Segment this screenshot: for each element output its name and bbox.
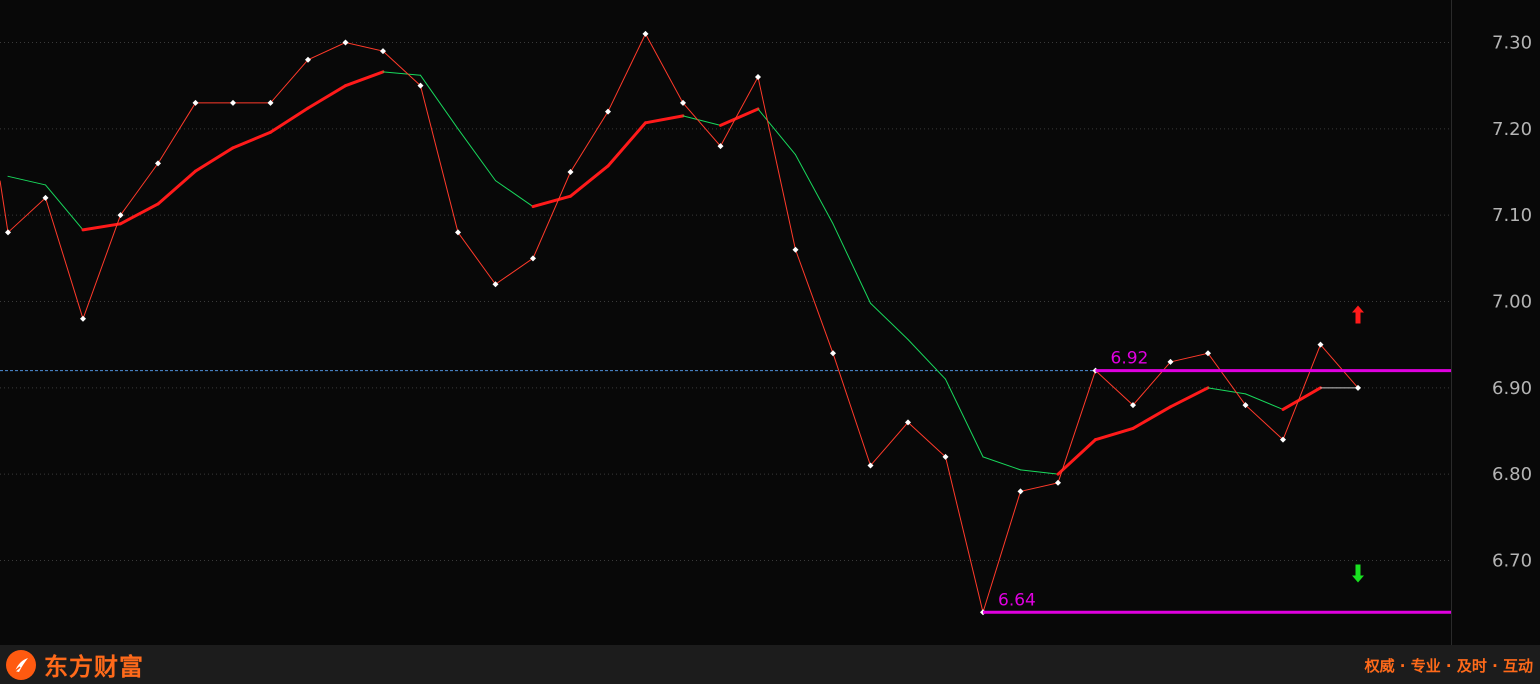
grid-lines (0, 42, 1451, 561)
price-series (0, 30, 1361, 616)
ma-segment (644, 114, 685, 125)
price-point (1017, 488, 1024, 495)
y-axis: 7.30 7.20 7.10 7.00 6.90 6.80 6.70 (1492, 33, 1532, 572)
down-arrow-icon (1352, 564, 1364, 583)
price-point (80, 315, 86, 322)
brand-name: 东方财富 (44, 653, 144, 681)
price-segment (0, 180, 9, 233)
ma-segment (1131, 405, 1172, 430)
ma-segment (231, 130, 272, 150)
brand: 东方财富 (6, 649, 144, 681)
price-point (605, 108, 611, 115)
price-point (1055, 479, 1061, 486)
annotation-label: 6.92 (1111, 349, 1149, 369)
y-tick-label: 6.70 (1492, 551, 1532, 572)
ma-segment (531, 194, 572, 209)
ma-segment (495, 180, 534, 208)
price-point (342, 39, 349, 46)
ma-segment (382, 71, 421, 76)
ma-segment (832, 223, 871, 304)
ma-segment (457, 128, 496, 182)
ma-segment (194, 146, 235, 173)
ma-segment (569, 164, 610, 198)
ma-segment (606, 121, 647, 168)
ma-segment (7, 175, 46, 186)
up-arrow-icon (1352, 305, 1364, 324)
price-point (230, 99, 236, 106)
axis-divider (1451, 0, 1452, 645)
y-tick-label: 6.90 (1492, 378, 1532, 399)
ma-segment (344, 70, 385, 88)
ma-segment (1245, 393, 1284, 410)
price-point (567, 169, 574, 175)
price-chart: 6.92 6.64 7.30 7.20 7.10 7.00 6.90 6.80 6.70 (0, 30, 1532, 616)
y-tick-label: 7.10 (1492, 205, 1532, 226)
price-point (792, 246, 799, 253)
price-point (755, 74, 761, 81)
ma-segment (982, 456, 1021, 471)
ma-segment (420, 74, 459, 130)
y-tick-label: 7.30 (1492, 33, 1532, 54)
ma-segment (945, 378, 984, 458)
price-point (530, 255, 536, 262)
ma-segment (1056, 438, 1097, 476)
ma-segment (45, 184, 84, 231)
ma-segment (1020, 469, 1059, 475)
brand-logo-icon (6, 649, 36, 680)
y-tick-label: 7.20 (1492, 119, 1532, 140)
ma-segment (1169, 386, 1210, 409)
annotation-label: 6.64 (998, 590, 1036, 610)
slogan-text: 权威 · 专业 · 及时 · 互动 (1364, 657, 1533, 675)
signal-layer (1352, 305, 1364, 583)
ma-segment (795, 154, 834, 225)
ma-segment (156, 169, 197, 206)
ma-segment (81, 222, 122, 232)
ma-segment (870, 302, 909, 340)
price-point (192, 99, 199, 106)
ma-segment (1094, 426, 1135, 442)
y-tick-label: 6.80 (1492, 464, 1532, 485)
ma-segment (306, 84, 347, 110)
price-point (830, 350, 836, 357)
price-line (7, 32, 1359, 615)
ma-segment (757, 108, 796, 156)
footer-bar: 东方财富 权威 · 专业 · 及时 · 互动 (0, 645, 1540, 684)
ma-segment (1207, 387, 1246, 395)
moving-average-series (7, 70, 1359, 476)
price-point (642, 30, 649, 37)
ma-segment (269, 106, 310, 134)
y-tick-label: 7.00 (1492, 292, 1532, 313)
ma-segment (907, 338, 946, 380)
